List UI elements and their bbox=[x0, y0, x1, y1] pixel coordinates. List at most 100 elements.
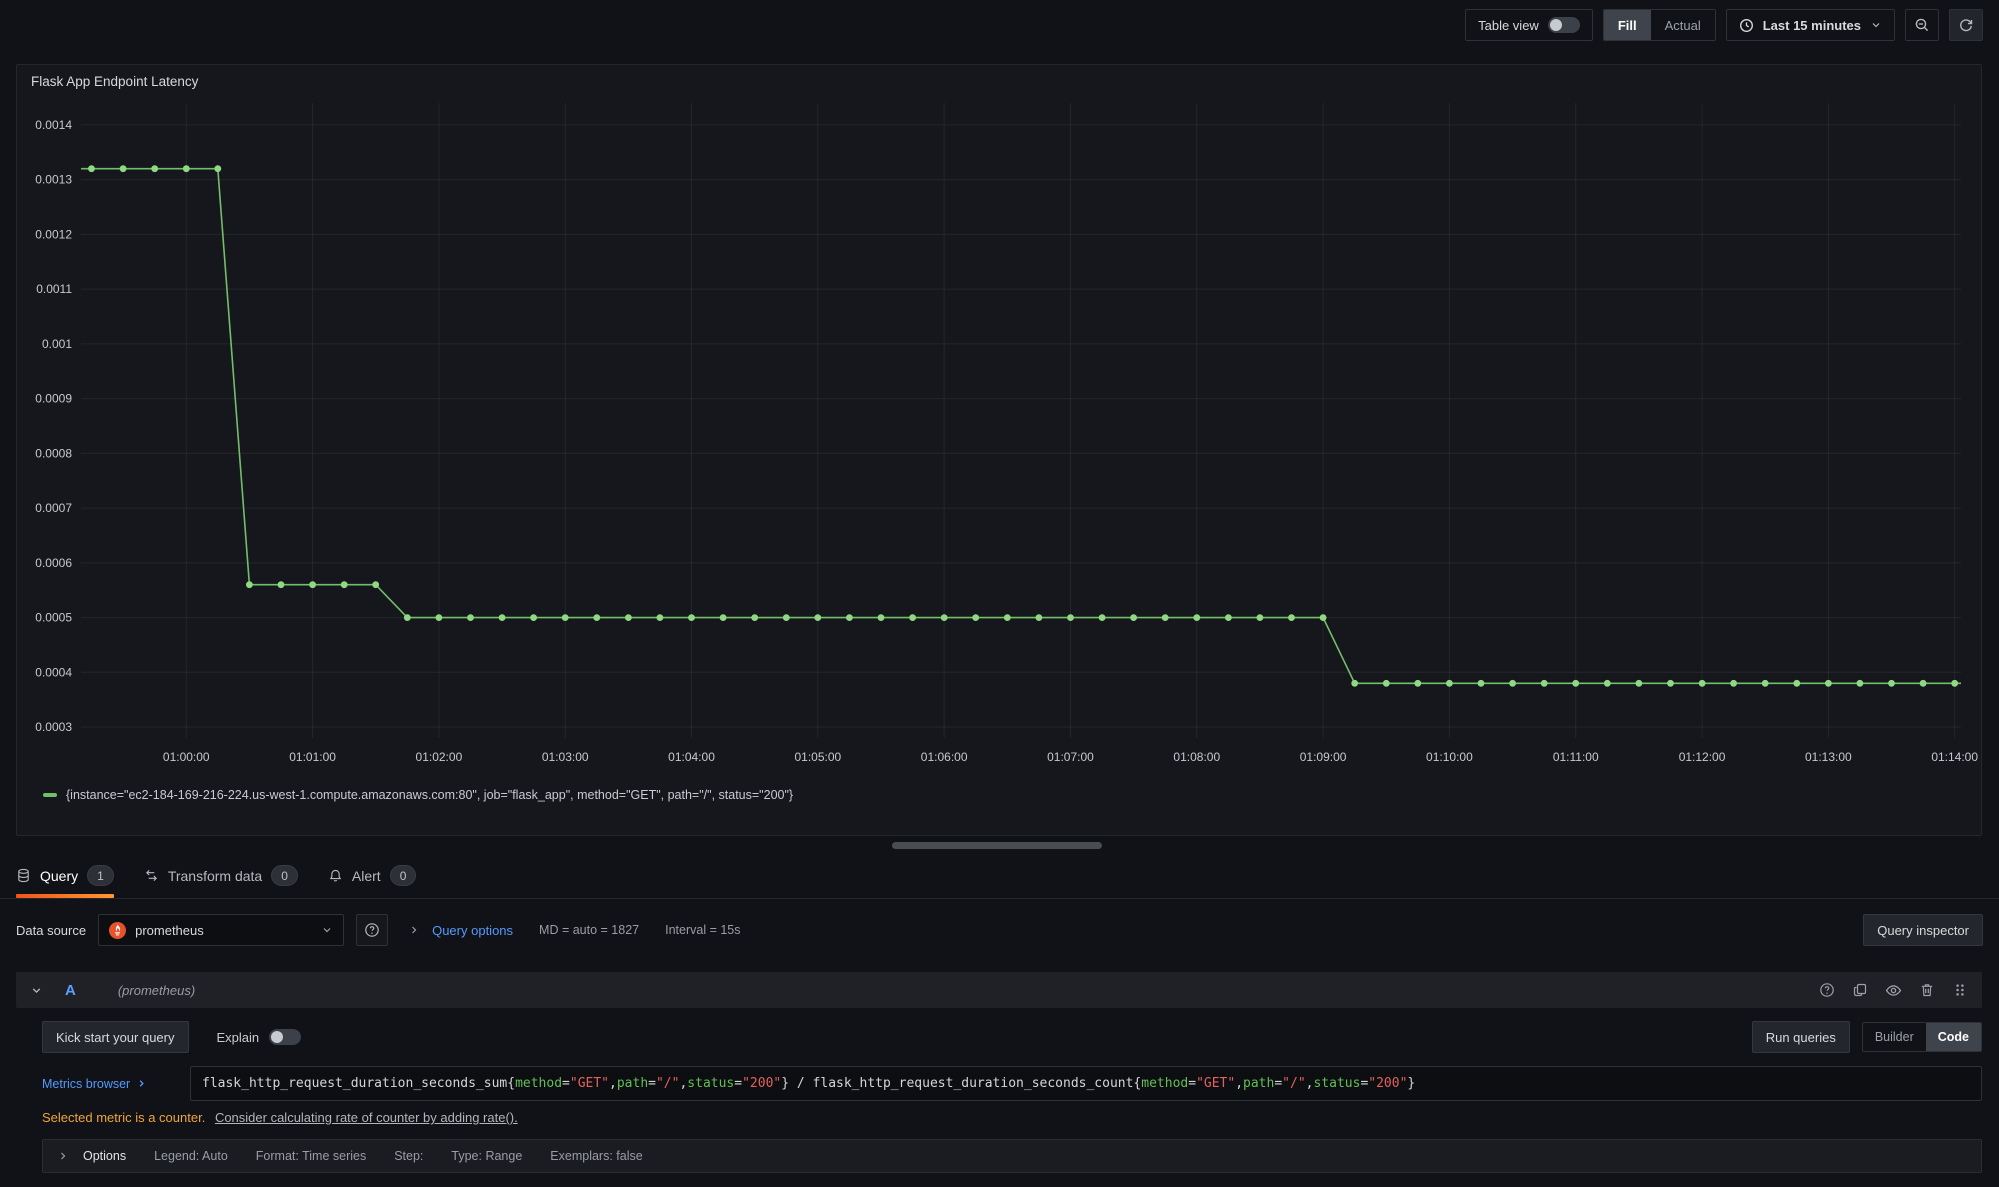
help-circle-icon bbox=[1819, 982, 1835, 998]
drag-query-handle[interactable] bbox=[1952, 982, 1968, 998]
series-point bbox=[1351, 680, 1358, 687]
series-point bbox=[846, 614, 853, 621]
query-editor: A (prometheus) bbox=[16, 972, 1982, 1173]
copy-icon bbox=[1852, 982, 1868, 998]
delete-query-button[interactable] bbox=[1919, 982, 1935, 998]
actual-button[interactable]: Actual bbox=[1651, 10, 1715, 40]
series-point bbox=[814, 614, 821, 621]
series-point bbox=[1636, 680, 1643, 687]
transform-icon bbox=[144, 868, 159, 883]
series-point bbox=[1004, 614, 1011, 621]
warning-text: Selected metric is a counter. bbox=[42, 1110, 205, 1125]
series-point bbox=[720, 614, 727, 621]
series-point bbox=[1288, 614, 1295, 621]
promql-token: = bbox=[562, 1076, 570, 1091]
chevron-right-icon[interactable] bbox=[408, 924, 420, 936]
x-tick-label: 01:14:00 bbox=[1931, 750, 1978, 764]
pane-resize-handle[interactable] bbox=[892, 842, 1102, 849]
toggle-query-visibility-button[interactable] bbox=[1885, 982, 1902, 999]
x-tick-label: 01:09:00 bbox=[1300, 750, 1347, 764]
promql-token: "/" bbox=[656, 1076, 679, 1091]
series-point bbox=[1541, 680, 1548, 687]
fill-button[interactable]: Fill bbox=[1604, 10, 1651, 40]
add-rate-link[interactable]: Consider calculating rate of counter by … bbox=[215, 1110, 518, 1125]
promql-token: } bbox=[1407, 1076, 1415, 1091]
promql-token: , bbox=[609, 1076, 617, 1091]
datasource-picker[interactable]: prometheus bbox=[98, 914, 344, 946]
series-point bbox=[1225, 614, 1232, 621]
trash-icon bbox=[1919, 982, 1935, 998]
x-tick-label: 01:10:00 bbox=[1426, 750, 1473, 764]
series-point bbox=[246, 581, 253, 588]
series-point bbox=[120, 165, 127, 172]
collapse-chevron-icon[interactable] bbox=[30, 984, 43, 997]
series-point bbox=[1193, 614, 1200, 621]
grip-dots-icon bbox=[1952, 982, 1968, 998]
series-point bbox=[878, 614, 885, 621]
series-point bbox=[1604, 680, 1611, 687]
series-point bbox=[309, 581, 316, 588]
option-summary-item: Exemplars: false bbox=[550, 1149, 642, 1163]
legend-series-label[interactable]: {instance="ec2-184-169-216-224.us-west-1… bbox=[66, 788, 793, 802]
promql-token: "GET" bbox=[1196, 1076, 1235, 1091]
promql-token: = bbox=[734, 1076, 742, 1091]
tab-alert[interactable]: Alert 0 bbox=[328, 853, 416, 898]
table-view-label: Table view bbox=[1478, 18, 1539, 33]
run-queries-button[interactable]: Run queries bbox=[1752, 1021, 1850, 1053]
series-point bbox=[1857, 680, 1864, 687]
options-label: Options bbox=[83, 1149, 126, 1163]
promql-token: "200" bbox=[742, 1076, 781, 1091]
refresh-button[interactable] bbox=[1949, 9, 1983, 41]
series-point bbox=[1730, 680, 1737, 687]
query-row-header[interactable]: A (prometheus) bbox=[16, 972, 1982, 1008]
database-icon bbox=[16, 868, 31, 883]
series-point bbox=[1793, 680, 1800, 687]
option-summary-item: Format: Time series bbox=[256, 1149, 366, 1163]
promql-query-input[interactable]: flask_http_request_duration_seconds_sum{… bbox=[190, 1066, 1982, 1101]
promql-token: = bbox=[1274, 1076, 1282, 1091]
series-point bbox=[404, 614, 411, 621]
kick-start-query-button[interactable]: Kick start your query bbox=[42, 1021, 189, 1053]
panel-title: Flask App Endpoint Latency bbox=[17, 65, 1981, 89]
query-options-toggle[interactable]: Query options bbox=[432, 923, 513, 938]
series-point bbox=[499, 614, 506, 621]
series-point bbox=[1667, 680, 1674, 687]
table-view-control[interactable]: Table view bbox=[1465, 9, 1593, 41]
max-data-points-summary: MD = auto = 1827 bbox=[539, 923, 639, 937]
code-button[interactable]: Code bbox=[1926, 1023, 1981, 1051]
x-tick-label: 01:02:00 bbox=[416, 750, 463, 764]
duplicate-query-button[interactable] bbox=[1852, 982, 1868, 998]
zoom-out-button[interactable] bbox=[1905, 9, 1939, 41]
builder-button[interactable]: Builder bbox=[1863, 1023, 1926, 1051]
series-point bbox=[183, 165, 190, 172]
time-range-picker[interactable]: Last 15 minutes bbox=[1726, 9, 1895, 41]
query-help-button[interactable] bbox=[1819, 982, 1835, 998]
series-point bbox=[1825, 680, 1832, 687]
explain-toggle[interactable] bbox=[269, 1029, 301, 1045]
option-summary-item: Step: bbox=[394, 1149, 423, 1163]
series-point bbox=[436, 614, 443, 621]
option-summary-item: Legend: Auto bbox=[154, 1149, 228, 1163]
promql-token: = bbox=[648, 1076, 656, 1091]
tab-transform-data[interactable]: Transform data 0 bbox=[144, 853, 298, 898]
series-point bbox=[1478, 680, 1485, 687]
table-view-toggle[interactable] bbox=[1548, 17, 1580, 33]
query-ref-id[interactable]: A bbox=[65, 982, 76, 999]
promql-token: method bbox=[1141, 1076, 1188, 1091]
promql-token: = bbox=[1188, 1076, 1196, 1091]
series-point bbox=[1699, 680, 1706, 687]
x-tick-label: 01:08:00 bbox=[1173, 750, 1220, 764]
option-summary-item: Type: Range bbox=[451, 1149, 522, 1163]
datasource-help-button[interactable] bbox=[356, 914, 388, 946]
chevron-down-icon bbox=[321, 924, 333, 936]
help-circle-icon bbox=[364, 922, 380, 938]
metrics-browser-toggle[interactable]: Metrics browser bbox=[42, 1077, 190, 1091]
query-inspector-button[interactable]: Query inspector bbox=[1863, 914, 1983, 946]
series-point bbox=[151, 165, 158, 172]
time-series-chart[interactable]: 0.00140.00130.00120.00110.0010.00090.000… bbox=[17, 93, 1981, 788]
query-options-collapsed[interactable]: Options Legend: Auto Format: Time series S… bbox=[42, 1139, 1982, 1173]
alert-count-badge: 0 bbox=[390, 865, 417, 886]
promql-token: method bbox=[515, 1076, 562, 1091]
tab-query[interactable]: Query 1 bbox=[16, 853, 114, 898]
series-point bbox=[688, 614, 695, 621]
